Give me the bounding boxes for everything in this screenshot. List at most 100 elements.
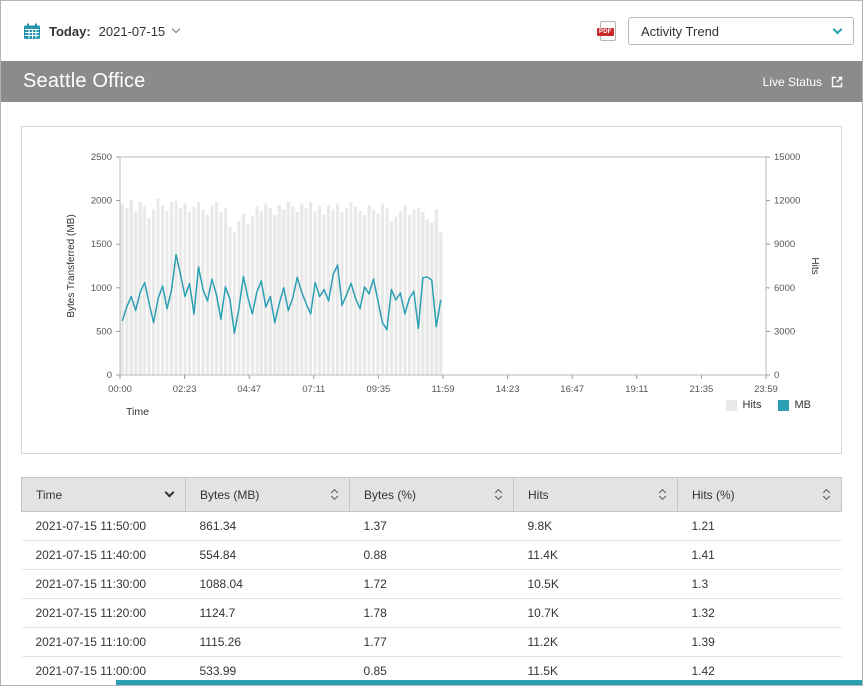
table-cell: 2021-07-15 11:50:00	[22, 512, 186, 541]
pdf-label: PDF	[597, 28, 614, 36]
table-cell: 1.32	[678, 599, 842, 628]
svg-text:15000: 15000	[774, 152, 800, 163]
content: 0 500 1000 1500 2000 2500 0 3000 6000 9000 12000 15…	[1, 102, 862, 686]
table-cell: 10.5K	[514, 570, 678, 599]
live-status-link[interactable]: Live Status	[763, 75, 844, 89]
table-header-row: Time Bytes (MB) Bytes (%)	[22, 478, 842, 512]
column-header-time[interactable]: Time	[22, 478, 186, 512]
date-picker[interactable]: Today: 2021-07-15	[23, 23, 179, 40]
report-type-select[interactable]: Activity Trend	[628, 17, 854, 45]
table-row[interactable]: 2021-07-15 11:10:001115.261.7711.2K1.39	[22, 628, 842, 657]
chart-legend: Hits MB	[726, 399, 811, 411]
svg-text:09:35: 09:35	[367, 384, 391, 395]
svg-text:500: 500	[96, 326, 112, 337]
table-cell: 2021-07-15 11:20:00	[22, 599, 186, 628]
svg-text:14:23: 14:23	[496, 384, 520, 395]
table-row[interactable]: 2021-07-15 11:20:001124.71.7810.7K1.32	[22, 599, 842, 628]
table-cell: 861.34	[186, 512, 350, 541]
table-cell: 10.7K	[514, 599, 678, 628]
svg-text:2500: 2500	[91, 152, 112, 163]
chevron-down-icon	[833, 24, 843, 34]
table-cell: 1124.7	[186, 599, 350, 628]
sort-icon	[496, 490, 501, 499]
activity-table: Time Bytes (MB) Bytes (%)	[21, 477, 842, 686]
partial-bottom-element	[116, 680, 862, 685]
chart-panel: 0 500 1000 1500 2000 2500 0 3000 6000 9000 12000 15…	[21, 126, 842, 454]
hits-legend-swatch	[726, 400, 737, 411]
column-label: Bytes (%)	[364, 488, 416, 502]
svg-text:12000: 12000	[774, 196, 800, 207]
svg-text:11:59: 11:59	[431, 384, 454, 395]
sort-desc-icon	[165, 488, 175, 498]
svg-text:9000: 9000	[774, 239, 795, 250]
column-header-hits[interactable]: Hits	[514, 478, 678, 512]
svg-text:16:47: 16:47	[560, 384, 584, 395]
table-cell: 1.77	[350, 628, 514, 657]
table-cell: 1.41	[678, 541, 842, 570]
legend-item-hits: Hits	[726, 399, 762, 411]
svg-text:19:11: 19:11	[625, 384, 648, 395]
column-header-hits-pct[interactable]: Hits (%)	[678, 478, 842, 512]
top-bar: Today: 2021-07-15 PDF Activity Trend	[1, 1, 862, 61]
svg-text:02:23: 02:23	[173, 384, 197, 395]
pdf-export-icon[interactable]: PDF	[600, 21, 616, 41]
svg-text:Bytes Transferred (MB): Bytes Transferred (MB)	[66, 214, 77, 317]
table-row[interactable]: 2021-07-15 11:30:001088.041.7210.5K1.3	[22, 570, 842, 599]
svg-text:1500: 1500	[91, 239, 112, 250]
table-cell: 554.84	[186, 541, 350, 570]
page: Today: 2021-07-15 PDF Activity Trend Sea…	[0, 0, 863, 686]
activity-trend-chart: 0 500 1000 1500 2000 2500 0 3000 6000 9000 12000 15…	[24, 143, 824, 433]
table-row[interactable]: 2021-07-15 11:50:00861.341.379.8K1.21	[22, 512, 842, 541]
sort-icon	[332, 490, 337, 499]
svg-text:1000: 1000	[91, 283, 112, 294]
date-label: Today:	[49, 24, 91, 39]
table-cell: 1.39	[678, 628, 842, 657]
table-row[interactable]: 2021-07-15 11:40:00554.840.8811.4K1.41	[22, 541, 842, 570]
legend-item-mb: MB	[778, 399, 812, 411]
column-header-bytes-mb[interactable]: Bytes (MB)	[186, 478, 350, 512]
column-label: Hits (%)	[692, 488, 735, 502]
table-cell: 1115.26	[186, 628, 350, 657]
table-cell: 1.78	[350, 599, 514, 628]
table-cell: 11.4K	[514, 541, 678, 570]
svg-text:00:00: 00:00	[108, 384, 132, 395]
report-select-value: Activity Trend	[641, 24, 719, 39]
table-cell: 0.88	[350, 541, 514, 570]
table-cell: 1088.04	[186, 570, 350, 599]
svg-text:04:47: 04:47	[237, 384, 261, 395]
svg-text:21:35: 21:35	[690, 384, 714, 395]
table-cell: 2021-07-15 11:30:00	[22, 570, 186, 599]
table-cell: 1.37	[350, 512, 514, 541]
table-cell: 1.3	[678, 570, 842, 599]
sort-icon	[824, 490, 829, 499]
mb-legend-swatch	[778, 400, 789, 411]
title-bar: Seattle Office Live Status	[1, 61, 862, 102]
svg-text:6000: 6000	[774, 283, 795, 294]
svg-text:23:59: 23:59	[754, 384, 778, 395]
table-cell: 11.2K	[514, 628, 678, 657]
date-value: 2021-07-15	[99, 24, 166, 39]
svg-text:0: 0	[774, 370, 779, 381]
svg-text:3000: 3000	[774, 326, 795, 337]
svg-text:07:11: 07:11	[302, 384, 325, 395]
calendar-icon	[23, 23, 41, 40]
sort-icon	[660, 490, 665, 499]
external-link-icon	[830, 75, 844, 89]
hits-legend-label: Hits	[743, 399, 762, 411]
table-cell: 9.8K	[514, 512, 678, 541]
table-cell: 2021-07-15 11:10:00	[22, 628, 186, 657]
chevron-down-icon	[172, 25, 180, 33]
live-status-label: Live Status	[763, 75, 822, 89]
column-label: Hits	[528, 488, 549, 502]
column-header-bytes-pct[interactable]: Bytes (%)	[350, 478, 514, 512]
column-label: Bytes (MB)	[200, 488, 259, 502]
table-cell: 2021-07-15 11:40:00	[22, 541, 186, 570]
column-label: Time	[36, 488, 62, 502]
page-title: Seattle Office	[23, 70, 763, 93]
table-cell: 1.72	[350, 570, 514, 599]
svg-text:0: 0	[107, 370, 112, 381]
svg-text:Time: Time	[126, 406, 149, 418]
mb-legend-label: MB	[795, 399, 812, 411]
svg-text:2000: 2000	[91, 196, 112, 207]
svg-text:Hits: Hits	[809, 257, 820, 274]
